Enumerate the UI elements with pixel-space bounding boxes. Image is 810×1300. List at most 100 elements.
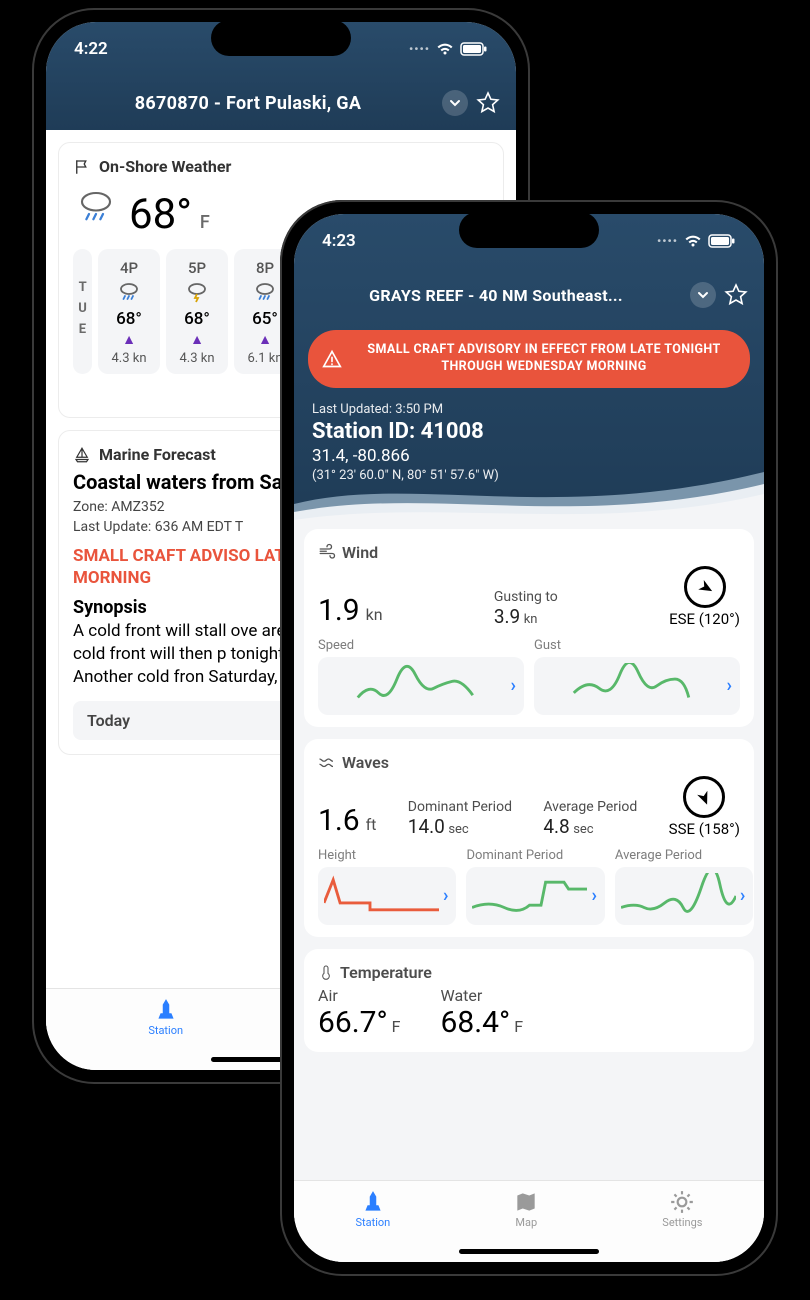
- chevron-down-icon: [449, 97, 461, 109]
- average-period-block: Average Period 4.8 sec: [543, 799, 637, 838]
- spark-label: Gust: [534, 638, 740, 653]
- status-icons: ••••: [409, 42, 488, 56]
- hour-temp: 68°: [116, 309, 142, 329]
- chevron-right-icon: ›: [443, 885, 448, 906]
- waves-heading-text: Waves: [342, 753, 389, 772]
- battery-icon: [708, 234, 736, 248]
- hour-wind: 6.1 kn: [247, 351, 282, 366]
- advisory-banner[interactable]: SMALL CRAFT ADVISORY IN EFFECT FROM LATE…: [308, 330, 750, 388]
- spark-label: Dominant Period: [466, 848, 604, 863]
- waves-heading: Waves: [318, 753, 740, 772]
- onshore-heading-text: On-Shore Weather: [99, 157, 231, 176]
- wind-icon: [318, 543, 336, 561]
- favorite-star-button[interactable]: [724, 283, 748, 307]
- clock: 4:22: [74, 39, 108, 59]
- wind-heading-text: Wind: [342, 543, 378, 562]
- wave-height-block: 1.6 ft: [318, 803, 376, 838]
- tab-map[interactable]: Map: [513, 1189, 539, 1229]
- wind-speed-block: 1.9 kn: [318, 593, 383, 628]
- dominant-value: 14.0: [408, 815, 445, 838]
- dominant-period-block: Dominant Period 14.0 sec: [408, 799, 512, 838]
- flag-icon: [73, 158, 91, 176]
- wind-values-row: 1.9 kn Gusting to 3.9 kn ESE (120°): [318, 566, 740, 628]
- notch: [211, 20, 351, 56]
- dominant-unit: sec: [448, 822, 468, 837]
- wind-arrow-icon: ▲: [122, 333, 136, 347]
- sailboat-icon: [73, 446, 91, 464]
- water-temp-block: Water 68.4° F: [441, 986, 524, 1040]
- status-icons: ••••: [657, 234, 736, 248]
- wifi-icon: [436, 42, 454, 56]
- wave-sparklines: Height › Dominant Period ›: [318, 848, 740, 925]
- current-temp: 68°: [129, 190, 192, 239]
- tab-station[interactable]: Station: [148, 997, 183, 1037]
- hour-wind: 4.3 kn: [111, 351, 146, 366]
- tab-station-label: Station: [356, 1216, 391, 1229]
- location-dropdown-button[interactable]: [690, 282, 716, 308]
- buoy-icon: [153, 997, 179, 1023]
- chevron-down-icon: [697, 289, 709, 301]
- rain-icon: [117, 281, 141, 305]
- spark-gust[interactable]: Gust ›: [534, 638, 740, 715]
- wind-speed: 1.9: [318, 593, 360, 628]
- spark-label: Average Period: [615, 848, 753, 863]
- location-header-row: GRAYS REEF - 40 NM Southeast...: [294, 274, 764, 322]
- star-icon: [476, 91, 500, 115]
- rain-icon: [253, 281, 277, 305]
- location-dropdown-button[interactable]: [442, 90, 468, 116]
- wind-speed-unit: kn: [366, 605, 383, 624]
- hour-wind: 4.3 kn: [179, 351, 214, 366]
- wave-direction-block: SSE (158°): [669, 776, 740, 838]
- temp-unit: F: [200, 212, 210, 233]
- marine-heading-text: Marine Forecast: [99, 445, 216, 464]
- chevron-right-icon: ›: [740, 885, 745, 906]
- gust-unit: kn: [524, 612, 538, 627]
- sparkline-icon: [621, 873, 736, 919]
- location-title[interactable]: 8670870 - Fort Pulaski, GA: [62, 93, 434, 114]
- spark-label: Height: [318, 848, 456, 863]
- wind-direction-block: ESE (120°): [669, 566, 740, 628]
- wind-gust-block: Gusting to 3.9 kn: [494, 589, 558, 628]
- wind-arrow-icon: ▲: [190, 333, 204, 347]
- wave-height-unit: ft: [366, 815, 377, 834]
- hour-temp: 68°: [184, 309, 210, 329]
- compass-icon: [683, 776, 725, 818]
- temperature-panel: Temperature Air 66.7° F Water 68.4° F: [304, 949, 754, 1052]
- buoy-icon: [360, 1189, 386, 1215]
- home-indicator[interactable]: [459, 1249, 599, 1254]
- dominant-label: Dominant Period: [408, 799, 512, 815]
- wind-heading: Wind: [318, 543, 740, 562]
- day-tab[interactable]: TUE: [73, 249, 92, 374]
- thermometer-icon: [318, 963, 334, 981]
- spark-speed[interactable]: Speed ›: [318, 638, 524, 715]
- temperature-values: Air 66.7° F Water 68.4° F: [318, 986, 740, 1040]
- coords-decimal: 31.4, -80.866: [312, 446, 746, 466]
- front-body[interactable]: Wind 1.9 kn Gusting to 3.9 kn: [294, 519, 764, 1262]
- gust-value: 3.9: [494, 605, 520, 628]
- water-temp-unit: F: [514, 1017, 523, 1036]
- tab-settings[interactable]: Settings: [662, 1189, 702, 1229]
- wave-direction: SSE (158°): [669, 820, 740, 838]
- chevron-right-icon: ›: [511, 675, 516, 696]
- spark-height[interactable]: Height ›: [318, 848, 456, 925]
- hour-time: 8P: [256, 259, 274, 277]
- rain-icon: [75, 186, 117, 228]
- hour-col-1: 5P 68° ▲ 4.3 kn: [166, 249, 228, 374]
- water-label: Water: [441, 986, 524, 1005]
- tab-station[interactable]: Station: [356, 1189, 391, 1229]
- spark-average[interactable]: Average Period ›: [615, 848, 753, 925]
- temperature-heading-text: Temperature: [340, 963, 432, 982]
- phone-front-frame: 4:23 •••• GRAYS REEF - 40 NM Southeast..…: [280, 200, 778, 1276]
- wind-panel: Wind 1.9 kn Gusting to 3.9 kn: [304, 529, 754, 727]
- cellular-dots-icon: ••••: [409, 42, 430, 56]
- location-title[interactable]: GRAYS REEF - 40 NM Southeast...: [310, 286, 682, 305]
- tab-map-label: Map: [515, 1216, 537, 1229]
- station-id: Station ID: 41008: [312, 419, 746, 444]
- spark-dominant[interactable]: Dominant Period ›: [466, 848, 604, 925]
- hour-col-0: 4P 68° ▲ 4.3 kn: [98, 249, 160, 374]
- clock: 4:23: [322, 231, 356, 251]
- waves-values-row: 1.6 ft Dominant Period 14.0 sec Average …: [318, 776, 740, 838]
- advisory-text: SMALL CRAFT ADVISORY IN EFFECT FROM LATE…: [352, 342, 736, 376]
- favorite-star-button[interactable]: [476, 91, 500, 115]
- header-front: 4:23 •••• GRAYS REEF - 40 NM Southeast..…: [294, 214, 764, 519]
